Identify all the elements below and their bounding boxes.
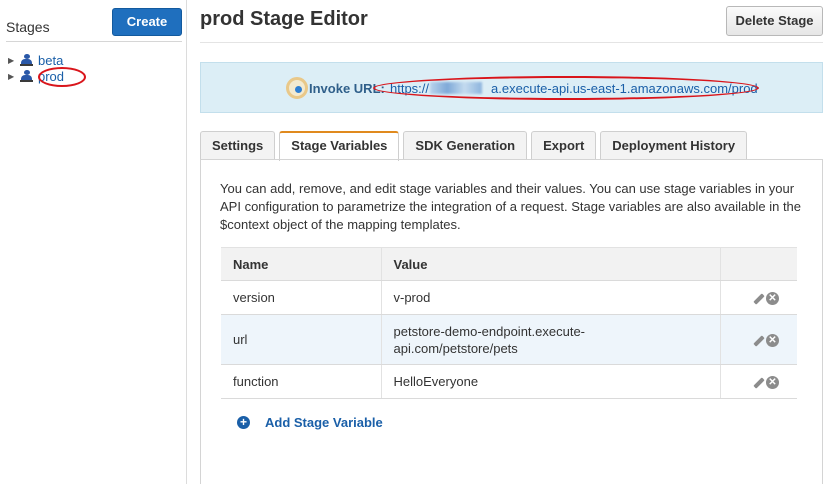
table-header-row: Name Value (221, 247, 797, 281)
url-highlight-annotation (373, 76, 759, 100)
expand-arrow-icon[interactable]: ▶ (8, 72, 18, 81)
variable-value: petstore-demo-endpoint.execute-api.com/p… (381, 314, 721, 365)
table-row: url petstore-demo-endpoint.execute-api.c… (221, 314, 797, 365)
variable-name: function (221, 364, 382, 399)
add-stage-variable-label[interactable]: Add Stage Variable (265, 415, 383, 430)
stage-variables-description: You can add, remove, and edit stage vari… (220, 181, 802, 232)
remove-x-icon[interactable]: ✕ (766, 376, 779, 390)
column-header-actions (720, 247, 797, 281)
row-actions: ✕ (720, 364, 797, 399)
table-row: version v-prod ✕ (221, 280, 797, 315)
stage-label[interactable]: beta (38, 53, 63, 68)
delete-stage-button[interactable]: Delete Stage (726, 6, 823, 36)
stage-icon (20, 54, 33, 66)
prod-highlight-annotation (38, 67, 86, 87)
stage-icon (20, 70, 33, 82)
create-stage-button[interactable]: Create (112, 8, 182, 36)
stage-variables-table: Name Value version v-prod ✕ url petstore… (221, 247, 797, 399)
title-divider (200, 42, 823, 43)
tab-sdk-generation[interactable]: SDK Generation (403, 131, 528, 160)
edit-pencil-icon[interactable] (753, 377, 765, 389)
variable-value: HelloEveryone (381, 364, 721, 399)
edit-pencil-icon[interactable] (753, 293, 765, 305)
sidebar-header: Stages Create (6, 6, 182, 42)
column-header-name: Name (221, 247, 382, 281)
tab-export[interactable]: Export (531, 131, 597, 160)
tab-settings[interactable]: Settings (200, 131, 276, 160)
variable-name: url (221, 314, 382, 365)
sidebar-title: Stages (6, 19, 50, 35)
column-header-value: Value (381, 247, 721, 281)
stage-editor: prod Stage Editor Delete Stage Invoke UR… (200, 0, 823, 484)
tab-stage-variables[interactable]: Stage Variables (279, 131, 400, 161)
plus-circle-icon[interactable]: + (237, 416, 250, 429)
stage-variables-panel: You can add, remove, and edit stage vari… (200, 159, 823, 484)
remove-x-icon[interactable]: ✕ (766, 334, 779, 348)
variable-name: version (221, 280, 382, 315)
variable-value: v-prod (381, 280, 721, 315)
table-row: function HelloEveryone ✕ (221, 364, 797, 399)
row-actions: ✕ (720, 280, 797, 315)
info-dot-icon (295, 86, 302, 93)
expand-arrow-icon[interactable]: ▶ (8, 56, 18, 65)
page-title: prod Stage Editor (200, 8, 368, 30)
remove-x-icon[interactable]: ✕ (766, 292, 779, 306)
invoke-url-banner: Invoke URL: https://a.execute-api.us-eas… (200, 62, 823, 113)
stages-sidebar: Stages Create ▶ beta ▶ prod (0, 0, 187, 484)
add-stage-variable-button[interactable]: + Add Stage Variable (237, 415, 383, 430)
stage-tabs: Settings Stage Variables SDK Generation … (200, 131, 751, 161)
row-actions: ✕ (720, 314, 797, 365)
stage-item-beta[interactable]: ▶ beta (8, 52, 64, 68)
tab-deployment-history[interactable]: Deployment History (600, 131, 748, 160)
edit-pencil-icon[interactable] (753, 335, 765, 347)
